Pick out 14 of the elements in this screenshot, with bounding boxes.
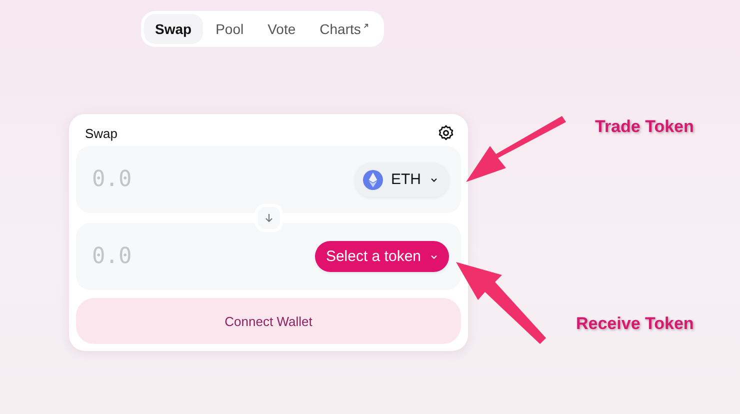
nav-tab[interactable]: Pool (204, 14, 255, 44)
card-title: Swap (85, 126, 118, 140)
ethereum-icon (363, 170, 383, 190)
arrow-down-icon (262, 212, 274, 224)
annotation-label: Receive Token (576, 314, 694, 334)
settings-icon (437, 124, 455, 142)
nav-tab[interactable]: Charts (308, 14, 381, 44)
nav-tab[interactable]: Vote (256, 14, 307, 44)
settings-button[interactable] (437, 124, 455, 142)
nav-tab[interactable]: Swap (144, 14, 203, 44)
select-token-button[interactable]: Select a token (314, 241, 449, 272)
connect-wallet-button[interactable]: Connect Wallet (76, 298, 461, 344)
annotation-label: Trade Token (595, 117, 694, 137)
token-selector[interactable]: ETH (355, 162, 449, 197)
